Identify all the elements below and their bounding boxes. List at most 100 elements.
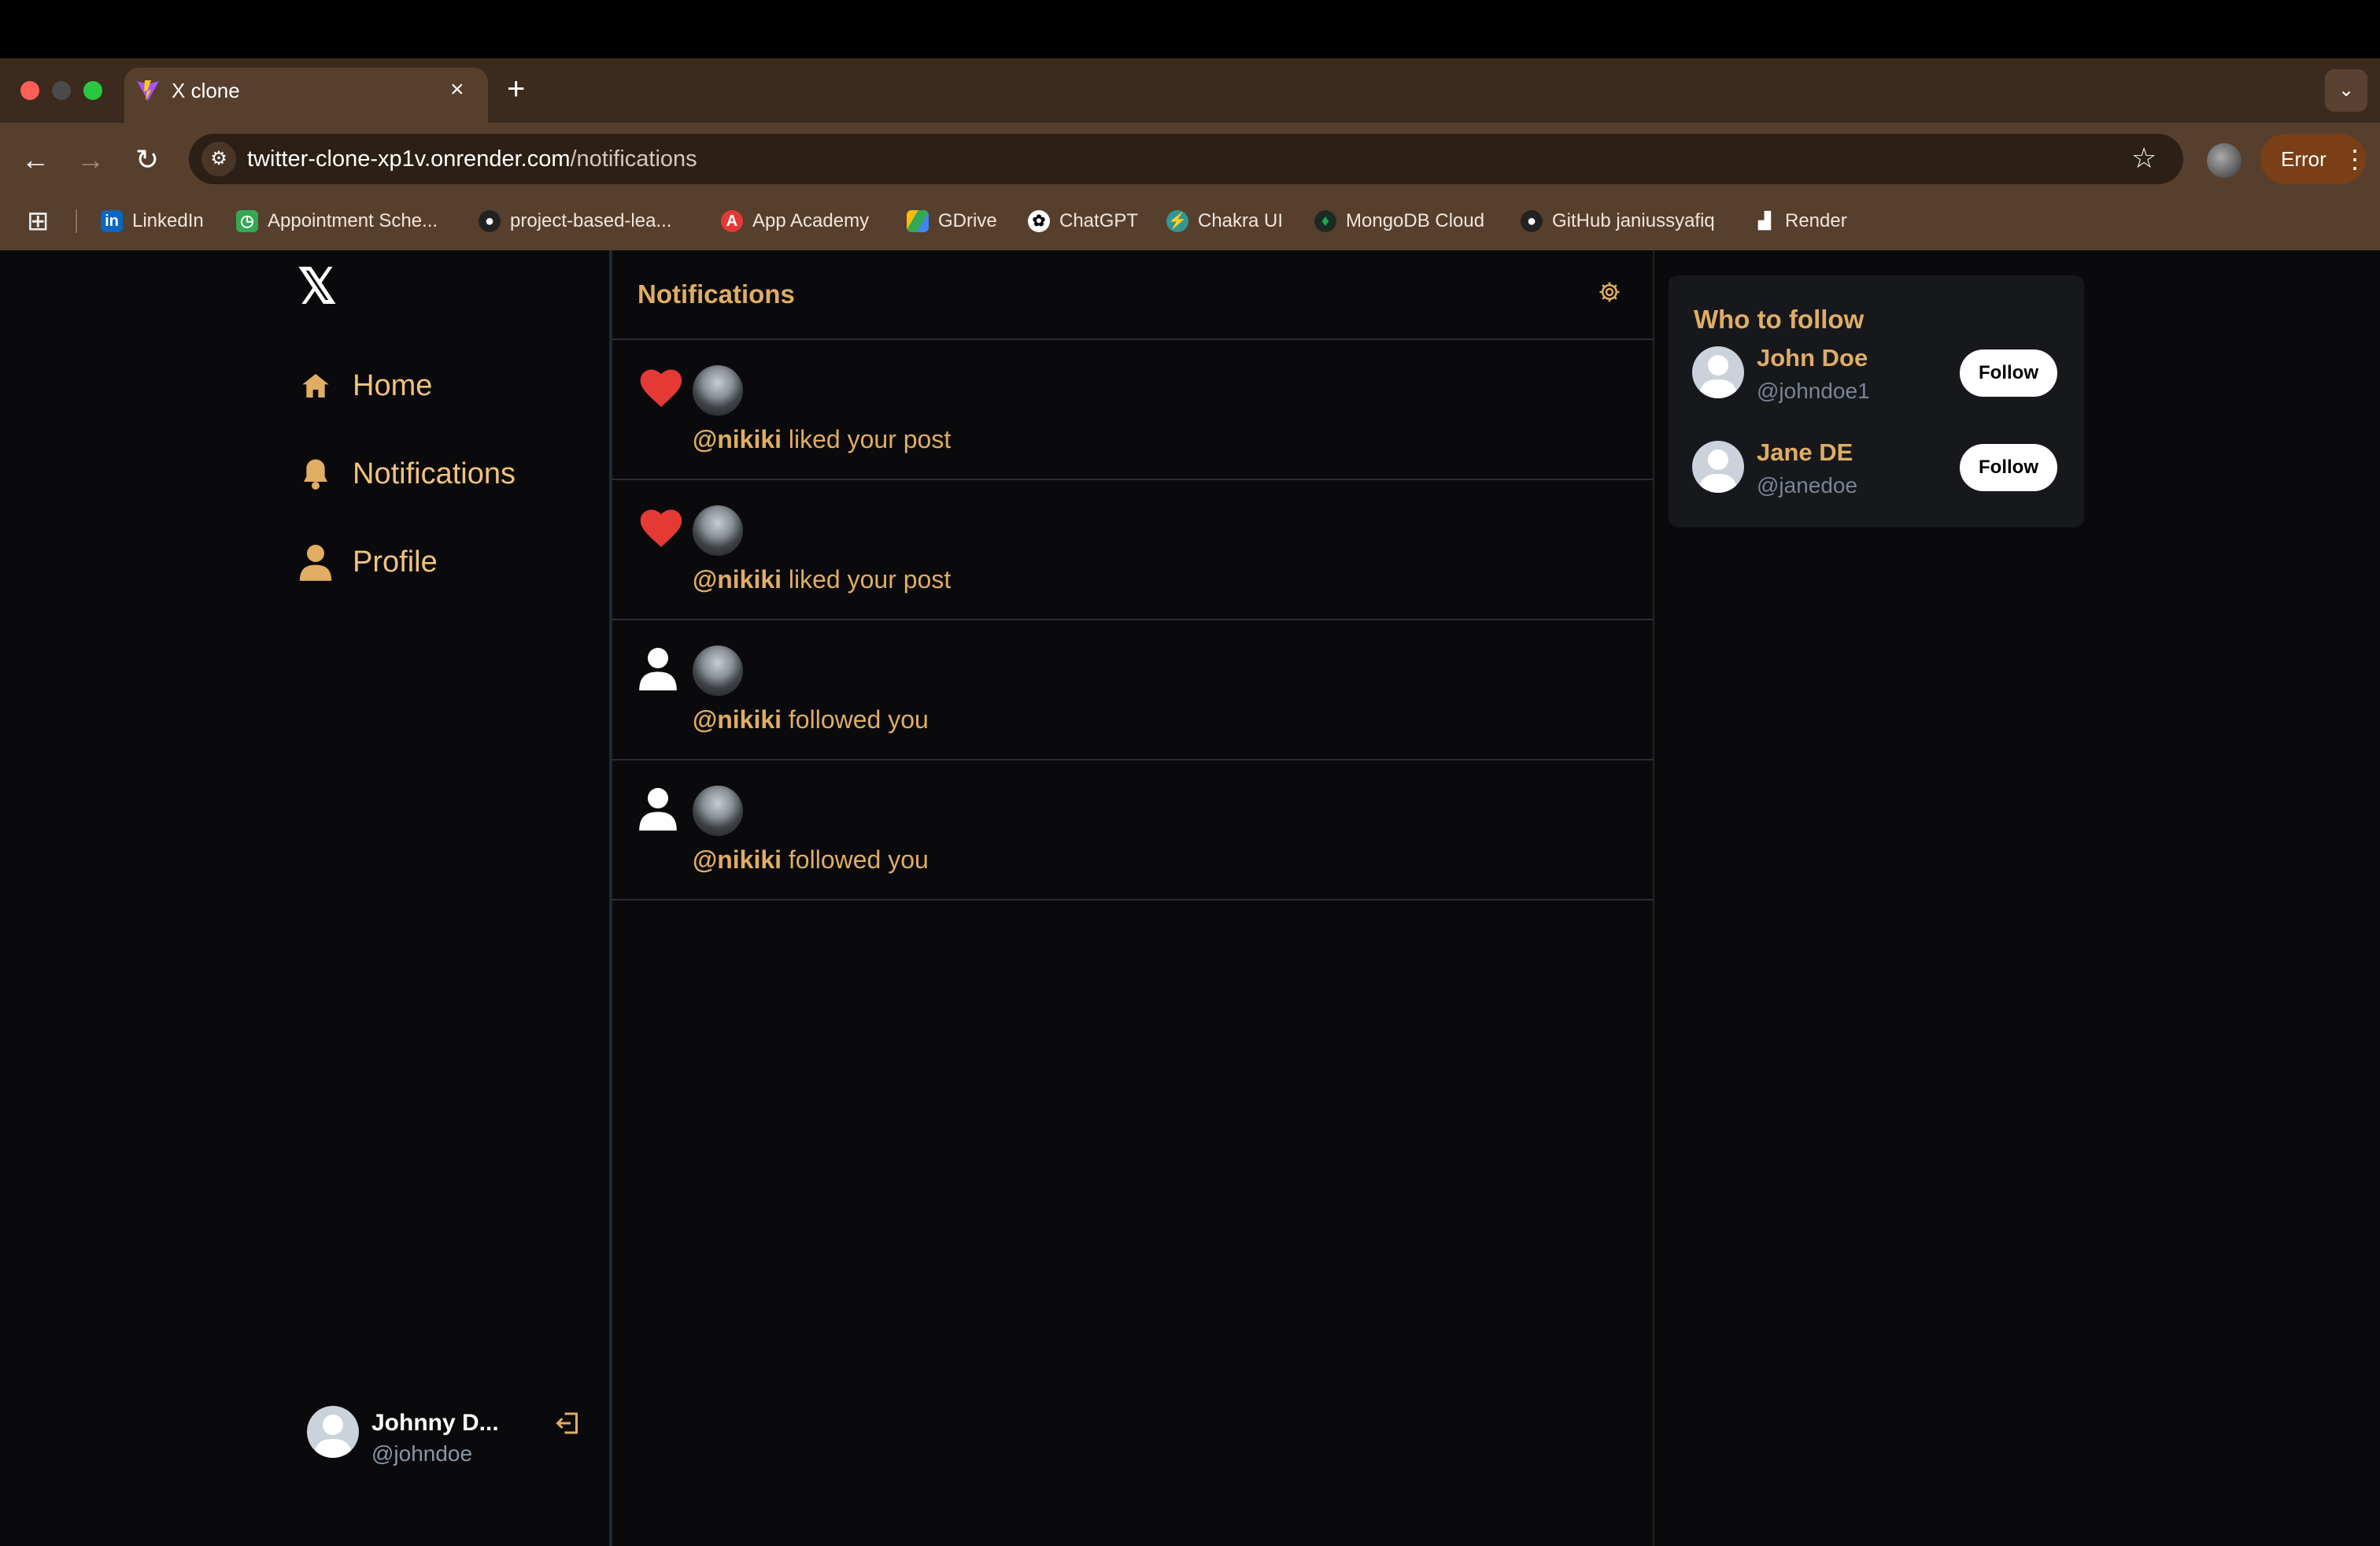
notification-text: @nikiki liked your post — [693, 423, 951, 455]
bookmark-render[interactable]: ▟ Render — [1754, 206, 1847, 236]
avatar[interactable] — [693, 786, 743, 836]
page-title: Notifications — [638, 279, 795, 309]
sidebar-item-label: Profile — [353, 545, 438, 579]
follow-button[interactable]: Follow — [1960, 444, 2057, 491]
bookmark-label: App Academy — [752, 210, 870, 231]
chatgpt-icon: ✿ — [1028, 210, 1050, 232]
bookmark-label: project-based-lea... — [510, 210, 672, 231]
more-menu-icon: ⋮ — [2342, 145, 2367, 173]
bookmarks-separator — [76, 209, 77, 233]
notification-message: liked your post — [782, 425, 952, 453]
bookmark-label: Render — [1785, 210, 1847, 231]
heart-icon — [638, 505, 685, 553]
follow-button[interactable]: Follow — [1960, 350, 2057, 397]
tab-title: X clone — [172, 79, 240, 102]
bookmark-project-based[interactable]: ● project-based-lea... — [479, 206, 671, 236]
notification-item[interactable]: @nikiki followed you — [612, 760, 1653, 901]
reload-icon[interactable]: ↻ — [128, 140, 167, 179]
bookmark-gdrive[interactable]: GDrive — [907, 206, 997, 236]
back-arrow-icon[interactable]: ← — [16, 140, 55, 179]
linkedin-icon: in — [101, 210, 123, 232]
bookmark-chakra[interactable]: ⚡ Chakra UI — [1166, 206, 1283, 236]
bookmark-app-academy[interactable]: A App Academy — [721, 206, 869, 236]
settings-gear-icon[interactable] — [1598, 280, 1621, 308]
appointment-icon: ◷ — [236, 210, 258, 232]
user-icon — [638, 786, 685, 833]
notification-username[interactable]: @nikiki — [693, 705, 782, 734]
user-icon — [638, 645, 685, 693]
screen-top-bar — [0, 0, 2380, 58]
vite-favicon-icon — [137, 80, 159, 101]
bookmark-label: Appointment Sche... — [268, 210, 438, 231]
minimize-window-button[interactable] — [52, 81, 71, 100]
site-info-icon[interactable]: ⚙ — [201, 142, 236, 176]
avatar[interactable] — [693, 505, 743, 556]
notification-text: @nikiki liked your post — [693, 564, 951, 595]
suggested-user-name[interactable]: Jane DE — [1757, 438, 1853, 468]
notification-message: followed you — [782, 705, 929, 734]
browser-profile-avatar[interactable] — [2207, 143, 2241, 178]
current-user-handle: @johndoe — [371, 1441, 473, 1466]
notification-item[interactable]: @nikiki followed you — [612, 620, 1653, 760]
avatar[interactable] — [693, 645, 743, 696]
notification-username[interactable]: @nikiki — [693, 845, 782, 874]
gdrive-icon — [907, 210, 929, 232]
notification-item[interactable]: @nikiki liked your post — [612, 480, 1653, 620]
avatar[interactable] — [1692, 346, 1744, 398]
rightbar-divider — [1653, 250, 1654, 1546]
chakra-icon: ⚡ — [1166, 210, 1188, 232]
suggested-user-handle: @janedoe — [1757, 473, 1858, 497]
maximize-window-button[interactable] — [83, 81, 102, 100]
url-path: /notifications — [570, 146, 697, 172]
bookmark-label: GitHub janiussyafiq — [1552, 210, 1715, 231]
bookmark-github-janiussyafiq[interactable]: ● GitHub janiussyafiq — [1521, 206, 1715, 236]
bookmark-label: ChatGPT — [1059, 210, 1139, 231]
logout-icon[interactable] — [554, 1409, 582, 1441]
github-icon: ● — [1521, 210, 1543, 232]
notification-username[interactable]: @nikiki — [693, 565, 782, 594]
avatar[interactable] — [693, 365, 743, 416]
close-window-button[interactable] — [20, 81, 39, 100]
error-button[interactable]: Error ⋮ — [2260, 134, 2367, 184]
heart-icon — [638, 365, 685, 412]
avatar[interactable] — [307, 1406, 359, 1458]
current-user-name: Johnny D... — [371, 1410, 499, 1436]
bookmark-star-icon[interactable]: ☆ — [2131, 140, 2156, 176]
bookmark-appointment[interactable]: ◷ Appointment Sche... — [236, 206, 438, 236]
forward-arrow-icon[interactable]: → — [71, 140, 110, 179]
tab-search-chevron-icon[interactable]: ⌄ — [2325, 69, 2367, 112]
who-to-follow-title: Who to follow — [1694, 305, 1864, 334]
url-text[interactable]: twitter-clone-xp1v.onrender.com/notifica… — [247, 146, 697, 172]
new-tab-button[interactable]: + — [507, 71, 525, 107]
sidebar-item-profile[interactable]: Profile — [296, 534, 438, 590]
notification-item[interactable]: @nikiki liked your post — [612, 340, 1653, 480]
app-academy-icon: A — [721, 210, 743, 232]
bookmark-chatgpt[interactable]: ✿ ChatGPT — [1028, 206, 1138, 236]
suggested-user-handle: @johndoe1 — [1757, 379, 1870, 403]
notification-text: @nikiki followed you — [693, 704, 929, 735]
x-logo-icon[interactable]: 𝕏 — [298, 263, 337, 312]
error-label: Error — [2281, 147, 2326, 171]
url-host: twitter-clone-xp1v.onrender.com — [247, 146, 571, 172]
bell-icon — [296, 457, 335, 491]
sidebar-item-home[interactable]: Home — [296, 357, 432, 414]
apps-grid-icon[interactable]: ⊞ — [27, 208, 50, 235]
github-icon: ● — [479, 210, 501, 232]
tab-close-icon[interactable]: × — [450, 76, 464, 104]
notification-text: @nikiki followed you — [693, 844, 929, 875]
bookmark-mongodb[interactable]: ♦ MongoDB Cloud — [1314, 206, 1484, 236]
mongodb-icon: ♦ — [1314, 210, 1336, 232]
render-icon: ▟ — [1758, 213, 1771, 230]
notification-username[interactable]: @nikiki — [693, 425, 782, 453]
avatar[interactable] — [1692, 441, 1744, 493]
bookmark-label: LinkedIn — [132, 210, 204, 231]
bookmark-label: Chakra UI — [1198, 210, 1284, 231]
bookmark-linkedin[interactable]: in LinkedIn — [101, 206, 204, 236]
notification-message: liked your post — [782, 565, 952, 594]
bookmark-label: MongoDB Cloud — [1346, 210, 1485, 231]
sidebar-item-notifications[interactable]: Notifications — [296, 446, 516, 502]
suggested-user-name[interactable]: John Doe — [1757, 343, 1868, 373]
sidebar-item-label: Home — [353, 368, 433, 402]
home-icon — [296, 370, 335, 401]
sidebar-item-label: Notifications — [353, 457, 516, 490]
